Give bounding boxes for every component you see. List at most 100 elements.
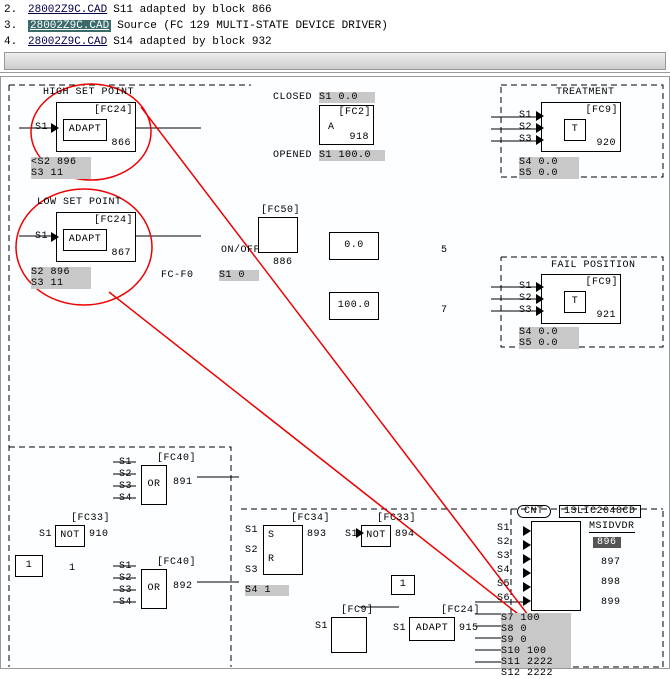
arrow-icon bbox=[51, 232, 59, 242]
bot0: S7 100 bbox=[501, 613, 571, 624]
or1: OR bbox=[141, 465, 167, 505]
treat-title: TREATMENT bbox=[556, 87, 615, 98]
lsp-b: S3 11 bbox=[31, 278, 91, 289]
fc50: [FC50] bbox=[261, 205, 300, 216]
bot3: S10 100 bbox=[501, 646, 571, 657]
sr-R: R bbox=[268, 554, 275, 565]
sr-block: S R bbox=[263, 525, 303, 575]
fail-block: [FC9] T 921 bbox=[541, 274, 621, 324]
fc2: [FC2] bbox=[338, 107, 371, 118]
id896: 896 bbox=[593, 537, 621, 548]
not2-fc: [FC33] bbox=[377, 513, 416, 524]
f-s2: S2 bbox=[519, 293, 532, 304]
or2-id: 892 bbox=[173, 581, 193, 592]
sr-s1: S1 bbox=[245, 525, 258, 536]
arrow-icon bbox=[536, 135, 544, 145]
not1-id: 910 bbox=[89, 529, 109, 540]
lsp-s1: S1 bbox=[35, 231, 48, 242]
hsp-a: <S2 896 bbox=[31, 157, 91, 168]
adapt2-s: S1 bbox=[393, 623, 406, 634]
lsp-block: [FC24] ADAPT 867 bbox=[56, 212, 136, 262]
s1-00: S1 0.0 bbox=[319, 92, 375, 103]
arrow-icon bbox=[536, 294, 544, 304]
row-desc: S14 adapted by block 932 bbox=[113, 36, 271, 48]
bot4: S11 2222 bbox=[501, 657, 571, 668]
s1b: S1 bbox=[315, 621, 328, 632]
row-desc: Source (FC 129 MULTI-STATE DEVICE DRIVER… bbox=[117, 20, 388, 32]
list-item[interactable]: 3. 28002Z9C.CAD Source (FC 129 MULTI-STA… bbox=[4, 18, 666, 34]
row-num: 2. bbox=[4, 4, 22, 16]
treat-fc: [FC9] bbox=[585, 105, 618, 116]
sr-s2: S2 bbox=[245, 545, 258, 556]
sl2: S2 bbox=[497, 537, 510, 548]
bot5: S12 2222 bbox=[501, 668, 571, 679]
or1-id: 891 bbox=[173, 477, 193, 488]
or1-s1: S1 bbox=[119, 457, 132, 468]
list-item[interactable]: 2. 28002Z9C.CAD S11 adapted by block 866 bbox=[4, 2, 666, 18]
or2-fc: [FC40] bbox=[157, 557, 196, 568]
val-00: 0.0 bbox=[329, 232, 379, 260]
sl4: S4 bbox=[497, 565, 510, 576]
or2-s3: S3 bbox=[119, 585, 132, 596]
sr-S: S bbox=[268, 530, 275, 541]
file-link[interactable]: 28002Z9C.CAD bbox=[28, 36, 107, 48]
arrow-icon bbox=[523, 554, 531, 564]
file-link[interactable]: 28002Z9C.CAD bbox=[28, 4, 107, 16]
or2: OR bbox=[141, 569, 167, 609]
lsp-a: S2 896 bbox=[31, 267, 91, 278]
A: A bbox=[328, 122, 335, 133]
t-s1: S1 bbox=[519, 110, 532, 121]
bot1: S8 0 bbox=[501, 624, 571, 635]
t-s5: S5 0.0 bbox=[519, 168, 579, 179]
arrow-icon bbox=[356, 528, 364, 538]
const-1a: 1 bbox=[15, 555, 43, 577]
fc9b: [FC9] bbox=[341, 605, 374, 616]
tag: 13LIC2048CD bbox=[559, 505, 641, 518]
or2-s2: S2 bbox=[119, 573, 132, 584]
fail-title: FAIL POSITION bbox=[551, 260, 636, 271]
t-s2: S2 bbox=[519, 122, 532, 133]
lsp-title: LOW SET POINT bbox=[37, 197, 122, 208]
diagram-canvas[interactable]: HIGH SET POINT [FC24] ADAPT 866 S1 <S2 8… bbox=[0, 76, 670, 669]
fc50-block bbox=[258, 217, 298, 253]
list-item[interactable]: 4. 28002Z9C.CAD S14 adapted by block 932 bbox=[4, 34, 666, 50]
t-s4: S4 0.0 bbox=[519, 157, 579, 168]
num7: 7 bbox=[441, 305, 448, 316]
file-link-selected[interactable]: 28002Z9C.CAD bbox=[28, 20, 111, 32]
arrow-icon bbox=[523, 582, 531, 592]
fcf0: FC-F0 bbox=[161, 270, 194, 281]
arrow-icon bbox=[51, 123, 59, 133]
sl3: S3 bbox=[497, 551, 510, 562]
mux-block bbox=[531, 521, 581, 611]
or1-s2: S2 bbox=[119, 469, 132, 480]
not2: NOT bbox=[361, 525, 391, 547]
hsp-block: [FC24] ADAPT 866 bbox=[56, 102, 136, 152]
treat-id: 920 bbox=[596, 138, 616, 149]
not1-s: S1 bbox=[39, 529, 52, 540]
or2-s1: S1 bbox=[119, 561, 132, 572]
hsp-fc: [FC24] bbox=[94, 105, 133, 116]
msd: MSIDVDR bbox=[589, 521, 635, 533]
hsp-title: HIGH SET POINT bbox=[43, 87, 134, 98]
row-desc: S11 adapted by block 866 bbox=[113, 4, 271, 16]
fail-fc: [FC9] bbox=[585, 277, 618, 288]
const-1b: 1 bbox=[69, 563, 76, 574]
adapt2-id: 915 bbox=[459, 623, 479, 634]
sl5: S5 bbox=[497, 579, 510, 590]
lsp-id: 867 bbox=[111, 248, 131, 259]
arrow-icon bbox=[536, 306, 544, 316]
arrow-icon bbox=[536, 123, 544, 133]
scrollbar[interactable] bbox=[4, 52, 666, 70]
hsp-label: ADAPT bbox=[63, 119, 107, 141]
f-s3: S3 bbox=[519, 305, 532, 316]
id899: 899 bbox=[601, 597, 621, 608]
arrow-icon bbox=[523, 526, 531, 536]
s1-100: S1 100.0 bbox=[319, 150, 385, 161]
fc2-block: [FC2] A 918 bbox=[319, 105, 374, 145]
fail-id: 921 bbox=[596, 310, 616, 321]
lsp-fc: [FC24] bbox=[94, 215, 133, 226]
not1-fc: [FC33] bbox=[71, 513, 110, 524]
adapt2: ADAPT bbox=[409, 617, 455, 641]
t-s3: S3 bbox=[519, 134, 532, 145]
file-list: 2. 28002Z9C.CAD S11 adapted by block 866… bbox=[0, 0, 670, 73]
